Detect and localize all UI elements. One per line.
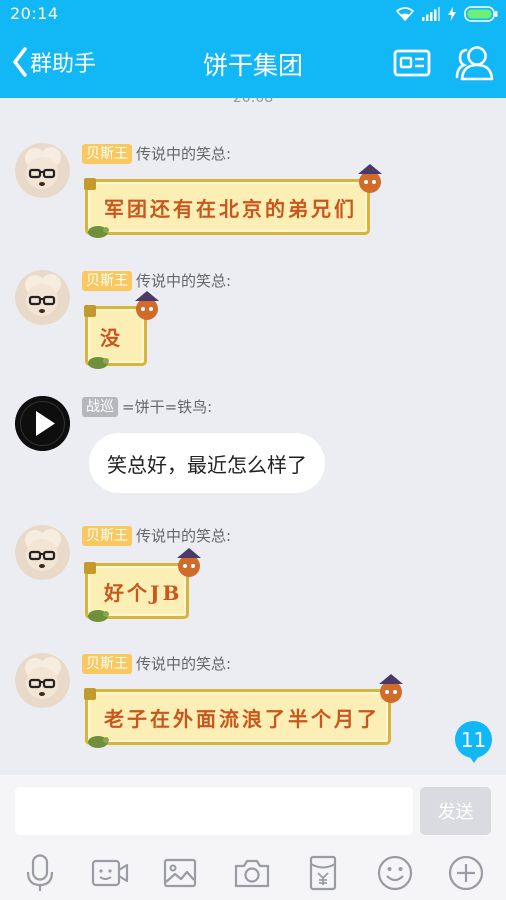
message-bubble[interactable]: 笑总好，最近怎么样了: [89, 433, 325, 493]
turtle-deco-icon: [88, 736, 109, 748]
member-badge: 贝斯王: [82, 143, 132, 164]
signal-icon: [422, 7, 440, 21]
status-icons: [396, 5, 498, 23]
message-bubble[interactable]: 没: [84, 291, 159, 369]
avatar-dog-glasses-icon: [15, 653, 70, 708]
unread-count-badge[interactable]: 11: [455, 721, 492, 763]
mascot-icon: [135, 291, 159, 320]
id-card-icon: [393, 49, 431, 77]
camera-icon: [234, 859, 270, 888]
avatar[interactable]: [15, 396, 70, 451]
avatar[interactable]: [15, 525, 70, 580]
avatar-dog-glasses-icon: [15, 143, 70, 198]
status-bar: 20:14: [0, 0, 506, 28]
battery-icon: [464, 6, 498, 22]
photo-button[interactable]: [160, 853, 200, 893]
video-camera-icon: [91, 859, 129, 887]
message-bubble[interactable]: 老子在外面流浪了半个月了: [84, 674, 403, 748]
message-sender: 贝斯王 传说中的笑总:: [82, 143, 231, 164]
message-sender: 贝斯王 传说中的笑总:: [82, 270, 231, 291]
voice-button[interactable]: [20, 853, 60, 893]
emoji-button[interactable]: [375, 853, 415, 893]
group-profile-button[interactable]: [455, 44, 495, 86]
sender-name[interactable]: 传说中的笑总:: [136, 143, 231, 164]
message-text: 军团还有在北京的弟兄们: [104, 196, 357, 221]
message-input[interactable]: [15, 787, 413, 835]
avatar[interactable]: [15, 270, 70, 325]
sender-name[interactable]: 传说中的笑总:: [136, 525, 231, 546]
camera-button[interactable]: [232, 853, 272, 893]
chat-area[interactable]: 20:08 贝斯王 传说中的笑总: 军团还有在北京的弟兄们 贝斯王 传说中的笑总…: [0, 98, 506, 775]
member-badge: 贝斯王: [82, 653, 132, 674]
message-bubble[interactable]: 好个JB: [84, 548, 201, 622]
member-badge: 贝斯王: [82, 525, 132, 546]
message-text: 好个JB: [104, 580, 183, 605]
video-call-button[interactable]: [90, 853, 130, 893]
bubble-corner-deco: [84, 562, 96, 574]
red-packet-icon: [309, 855, 337, 891]
group-card-button[interactable]: [393, 48, 431, 82]
charging-icon: [448, 7, 456, 21]
member-badge: 贝斯王: [82, 270, 132, 291]
message-sender: 贝斯王 传说中的笑总:: [82, 525, 231, 546]
message-text: 没: [100, 325, 123, 350]
mascot-icon: [358, 164, 382, 193]
red-packet-button[interactable]: [303, 853, 343, 893]
message-text: 老子在外面流浪了半个月了: [104, 706, 380, 731]
more-button[interactable]: [446, 853, 486, 893]
sender-name[interactable]: 传说中的笑总:: [136, 653, 231, 674]
image-icon: [163, 858, 197, 888]
sender-name[interactable]: 传说中的笑总:: [136, 270, 231, 291]
nav-bar: 群助手 饼干集团: [0, 28, 506, 98]
input-bar: 发送: [0, 775, 506, 900]
mascot-icon: [379, 674, 403, 703]
back-label: 群助手: [30, 52, 97, 77]
microphone-icon: [26, 854, 54, 891]
header: 20:14 群助手 饼干集团: [0, 0, 506, 98]
message-sender: 战巡 =饼干=铁鸟:: [82, 396, 212, 417]
sender-name[interactable]: =饼干=铁鸟:: [122, 396, 212, 417]
avatar[interactable]: [15, 653, 70, 708]
avatar-play-icon: [15, 396, 70, 451]
bubble-corner-deco: [84, 688, 96, 700]
chevron-left-icon: [13, 47, 27, 77]
message-text: 笑总好，最近怎么样了: [107, 452, 307, 477]
bubble-corner-deco: [84, 178, 96, 190]
turtle-deco-icon: [88, 610, 109, 622]
avatar-dog-glasses-icon: [15, 270, 70, 325]
time-divider: 20:08: [232, 98, 274, 106]
back-button[interactable]: 群助手: [12, 46, 96, 78]
turtle-deco-icon: [88, 226, 109, 238]
avatar-dog-glasses-icon: [15, 525, 70, 580]
wifi-icon: [396, 7, 414, 21]
mascot-icon: [177, 548, 201, 577]
status-time: 20:14: [10, 4, 59, 23]
avatar[interactable]: [15, 143, 70, 198]
smiley-icon: [377, 855, 413, 891]
turtle-deco-icon: [88, 357, 109, 369]
bubble-corner-deco: [84, 305, 96, 317]
send-button[interactable]: 发送: [420, 787, 491, 835]
member-badge: 战巡: [82, 396, 118, 417]
message-sender: 贝斯王 传说中的笑总:: [82, 653, 231, 674]
plus-circle-icon: [448, 855, 484, 891]
message-bubble[interactable]: 军团还有在北京的弟兄们: [84, 164, 382, 238]
people-icon: [455, 46, 494, 81]
